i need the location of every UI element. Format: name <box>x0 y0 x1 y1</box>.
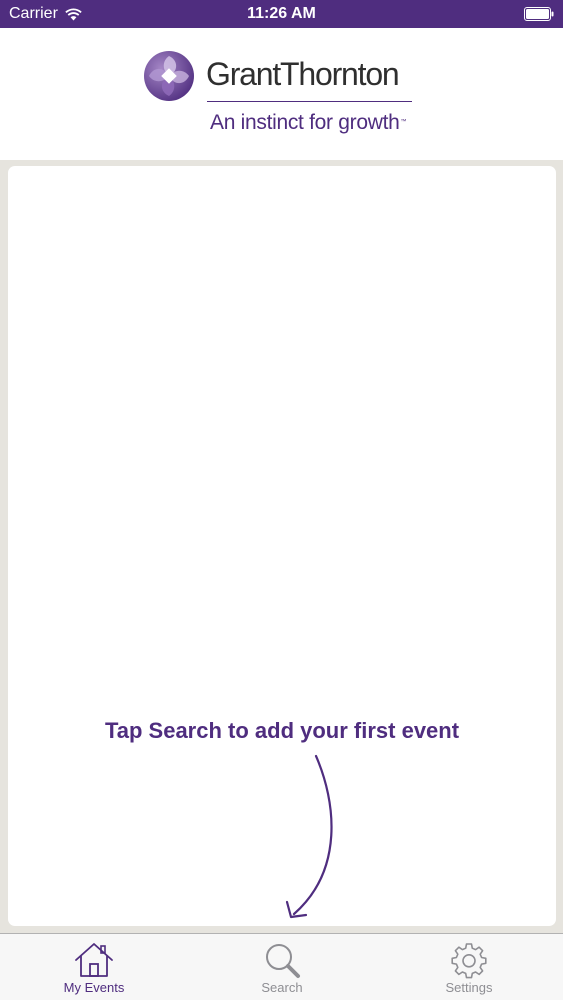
search-icon <box>266 944 300 978</box>
logo-divider <box>207 101 412 102</box>
gear-icon <box>451 943 487 979</box>
app-header: GrantThornton An instinct for growth™ <box>0 28 563 160</box>
home-icon <box>75 943 113 977</box>
battery-icon <box>524 7 554 21</box>
tab-settings[interactable]: Settings <box>375 934 563 1000</box>
logo-tagline: An instinct for growth <box>210 111 400 134</box>
curved-arrow-icon <box>285 754 333 919</box>
tab-settings-label: Settings <box>445 980 493 995</box>
logo-tagline-line: An instinct for growth™ <box>210 110 406 136</box>
grant-thornton-logo: GrantThornton An instinct for growth™ <box>144 50 419 138</box>
tab-search[interactable]: Search <box>188 934 376 1000</box>
tab-my-events-label: My Events <box>63 980 125 995</box>
logo-mark-icon <box>144 51 194 101</box>
trademark-mark: ™ <box>400 119 407 125</box>
status-bar: Carrier 11:26 AM <box>0 0 563 28</box>
status-time: 11:26 AM <box>247 5 316 22</box>
tab-search-label: Search <box>261 980 303 995</box>
empty-state-hint: Tap Search to add your first event <box>104 718 460 743</box>
tab-my-events[interactable]: My Events <box>0 934 188 1000</box>
events-list-card: Tap Search to add your first event <box>8 166 556 926</box>
logo-wordmark: GrantThornton <box>206 56 400 92</box>
tab-bar: My Events Search Settings <box>0 933 563 1000</box>
